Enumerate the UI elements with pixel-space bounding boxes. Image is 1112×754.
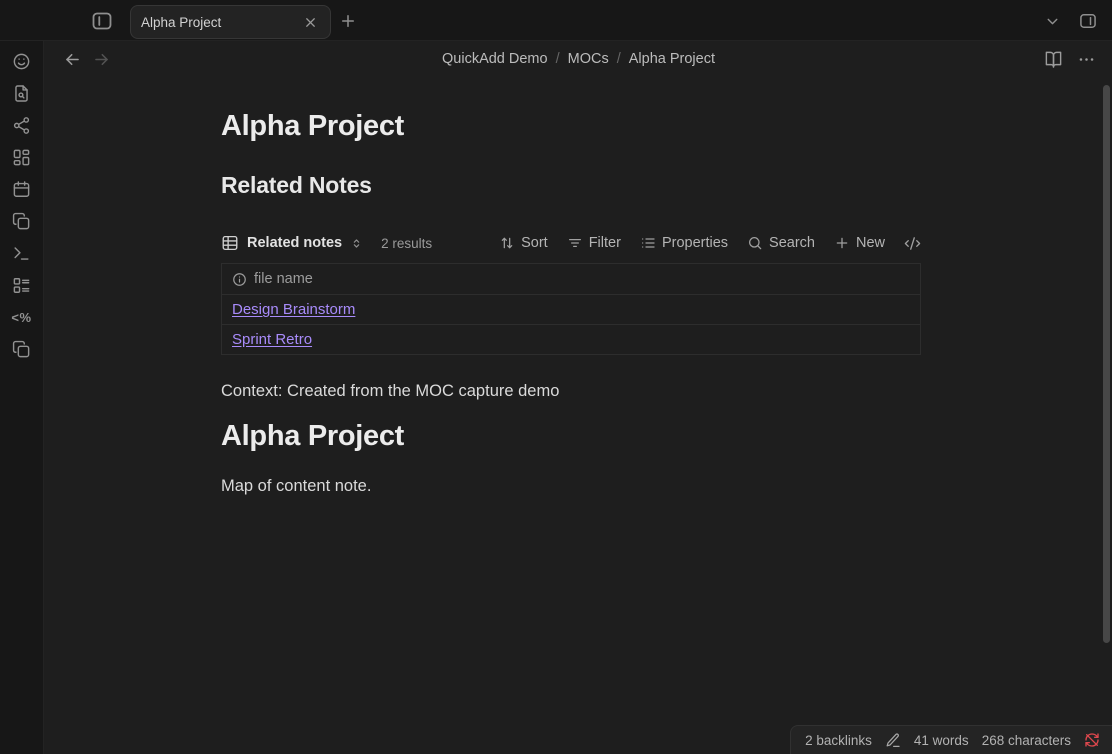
close-icon [303,15,318,30]
section-heading: Related Notes [221,171,921,199]
files-icon-2[interactable] [10,337,34,361]
status-bar: 2 backlinks 41 words 268 characters [790,725,1112,754]
view-header: QuickAdd Demo / MOCs / Alpha Project [45,42,1112,76]
character-count: 268 characters [982,733,1071,748]
table-icon [221,234,239,252]
word-count: 41 words [914,733,969,748]
book-open-icon [1044,50,1063,69]
table-row: Design Brainstorm [222,295,921,325]
search-icon [747,235,763,251]
breadcrumb-mocs[interactable]: MOCs [568,51,609,67]
breadcrumb: QuickAdd Demo / MOCs / Alpha Project [45,42,1112,76]
base-view-selector[interactable]: Related notes [221,234,363,252]
table-row: Sprint Retro [222,325,921,355]
note-title: Alpha Project [221,108,921,144]
graph-icon[interactable] [10,113,34,137]
file-search-icon[interactable] [10,81,34,105]
obsidian-window: Alpha Project [0,0,1112,754]
base-view-name: Related notes [247,235,342,251]
chevrons-up-down-icon [350,237,363,250]
sort-button[interactable]: Sort [499,235,548,251]
breadcrumb-alpha-project[interactable]: Alpha Project [629,51,715,67]
column-header-file-name[interactable]: file name [222,264,921,295]
tab-alpha-project[interactable]: Alpha Project [130,5,331,39]
paragraph-context: Context: Created from the MOC capture de… [221,379,921,403]
properties-button[interactable]: Properties [640,235,728,251]
new-button[interactable]: New [834,235,885,251]
scrollbar-thumb[interactable] [1103,85,1110,643]
new-tab-button[interactable] [338,11,358,31]
properties-list-icon [640,235,656,251]
list-layout-icon[interactable] [10,273,34,297]
smile-icon[interactable] [10,49,34,73]
filter-button[interactable]: Filter [567,235,621,251]
tab-list-dropdown[interactable] [1042,11,1062,31]
sidebar-left-icon [90,9,114,33]
base-table: file name Design Brainstorm Sprint Retro [221,263,921,355]
edit-mode-indicator[interactable] [885,732,901,748]
tab-title: Alpha Project [141,15,301,30]
calendar-icon[interactable] [10,177,34,201]
templater-icon[interactable]: <% [10,305,34,329]
chevron-down-icon [1044,13,1061,30]
link-design-brainstorm[interactable]: Design Brainstorm [232,301,355,318]
tab-close-button[interactable] [301,13,320,32]
plus-icon [834,235,850,251]
editor-pane: QuickAdd Demo / MOCs / Alpha Project Alp… [45,42,1112,754]
sidebar-right-icon [1078,9,1098,33]
pencil-icon [885,732,901,748]
paragraph-moc: Map of content note. [221,474,921,498]
left-sidebar-toggle-button[interactable] [89,8,115,34]
dashboard-icon[interactable] [10,145,34,169]
tab-bar: Alpha Project [0,0,1112,41]
reading-mode-button[interactable] [1043,49,1063,69]
link-sprint-retro[interactable]: Sprint Retro [232,331,312,348]
breadcrumb-quickadd-demo[interactable]: QuickAdd Demo [442,51,548,67]
sort-icon [499,235,515,251]
more-options-button[interactable] [1076,49,1096,69]
code-view-button[interactable] [904,235,921,252]
embedded-note-title: Alpha Project [221,418,921,454]
info-icon [232,272,247,287]
ellipsis-icon [1077,50,1096,69]
base-toolbar: Related notes 2 results Sort Filter Prop… [221,228,921,258]
backlinks-count[interactable]: 2 backlinks [805,733,872,748]
sync-error-icon[interactable] [1084,732,1100,748]
search-button[interactable]: Search [747,235,815,251]
code-icon [904,235,921,252]
results-count: 2 results [381,236,432,251]
filter-icon [567,235,583,251]
terminal-icon[interactable] [10,241,34,265]
files-icon[interactable] [10,209,34,233]
right-sidebar-toggle-button[interactable] [1078,11,1098,31]
plus-icon [339,12,357,30]
ribbon: <% [0,41,44,754]
